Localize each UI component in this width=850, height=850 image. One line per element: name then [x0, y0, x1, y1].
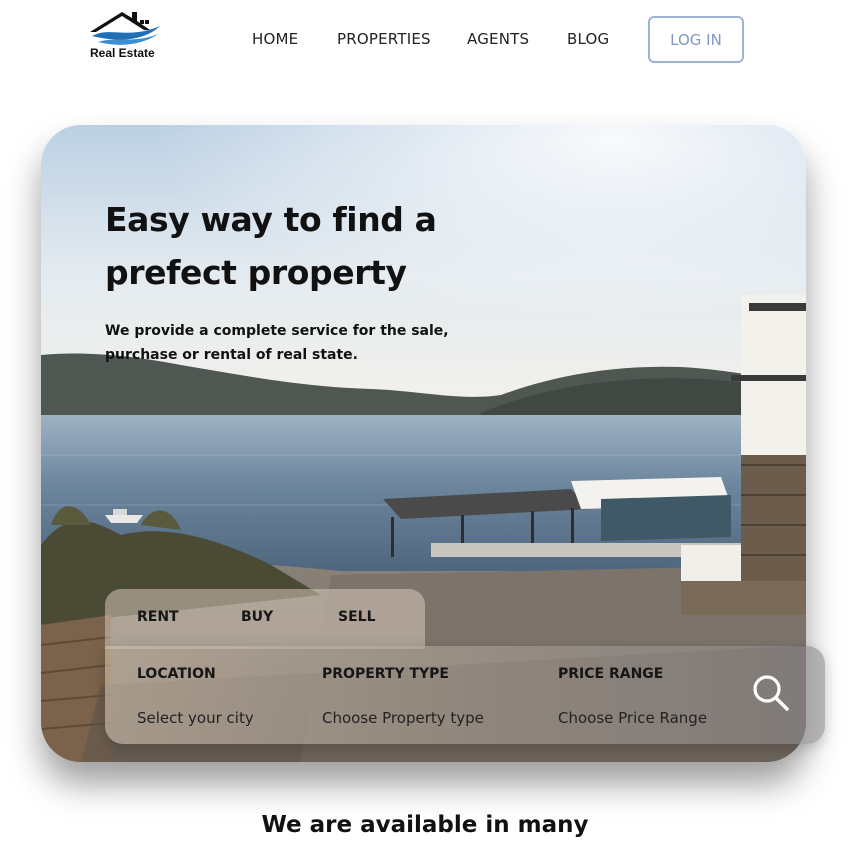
nav-item-blog[interactable]: BLOG — [567, 30, 609, 48]
price-range-label: PRICE RANGE — [558, 666, 664, 682]
property-type-field[interactable] — [322, 706, 522, 730]
hero-subtitle: We provide a complete service for the sa… — [105, 323, 449, 363]
tab-sell[interactable]: SELL — [338, 609, 376, 625]
nav-item-agents[interactable]: AGENTS — [467, 30, 529, 48]
nav-item-home[interactable]: HOME — [252, 30, 298, 48]
nav-item-properties[interactable]: PROPERTIES — [337, 30, 431, 48]
property-type-label: PROPERTY TYPE — [322, 666, 449, 682]
login-button[interactable]: LOG IN — [648, 16, 744, 63]
search-button[interactable] — [749, 672, 793, 716]
hero-title: Easy way to find a prefect property — [105, 200, 437, 292]
location-label: LOCATION — [137, 666, 216, 682]
tab-rent[interactable]: RENT — [137, 609, 179, 625]
tab-buy[interactable]: BUY — [241, 609, 273, 625]
logo-text: Real Estate — [90, 46, 155, 60]
price-range-field[interactable] — [558, 706, 748, 730]
search-icon — [753, 674, 789, 711]
search-panel: LOCATION PROPERTY TYPE PRICE RANGE — [105, 646, 825, 744]
search-tabs: RENT BUY SELL — [105, 589, 425, 649]
location-field[interactable] — [137, 706, 337, 730]
house-waves-logo-icon — [90, 12, 160, 45]
availability-heading: We are available in many — [261, 812, 589, 838]
logo[interactable]: Real Estate — [86, 6, 166, 62]
